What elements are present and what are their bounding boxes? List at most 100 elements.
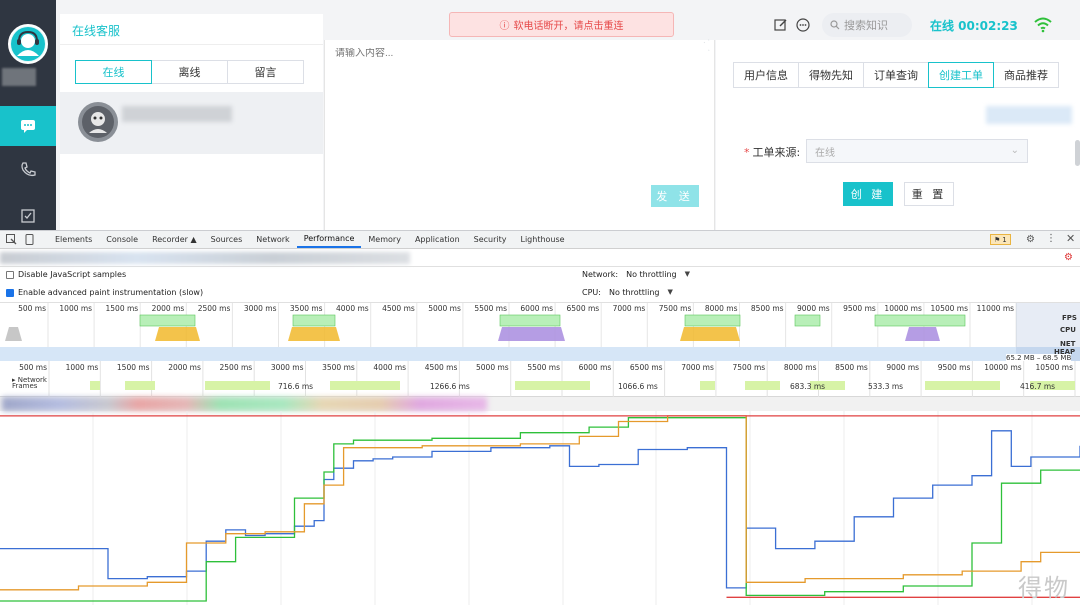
capture-settings-gear-icon[interactable]: ⚙ <box>1064 252 1073 263</box>
overview-tick-label: 4000 ms <box>336 304 369 313</box>
memory-counter-chart[interactable] <box>0 411 1080 605</box>
chat-input[interactable] <box>335 48 635 59</box>
network-throttling[interactable]: Network: No throttling ▼ <box>582 270 690 279</box>
tab-network[interactable]: Network <box>249 231 296 248</box>
cpu-activity <box>498 327 565 341</box>
tab-lighthouse[interactable]: Lighthouse <box>514 231 572 248</box>
overview-tick-label: 4500 ms <box>382 304 415 313</box>
series-line-1 <box>0 417 1080 602</box>
dropdown-triangle-icon: ▼ <box>667 288 673 296</box>
timeline-tick-label: 4000 ms <box>373 363 406 372</box>
device-toolbar-icon[interactable] <box>24 234 35 245</box>
user-avatar-icon <box>82 106 114 138</box>
tab-elements[interactable]: Elements <box>48 231 99 248</box>
cpu-throttling[interactable]: CPU: No throttling ▼ <box>582 288 673 297</box>
tab-user-info[interactable]: 用户信息 <box>733 62 799 88</box>
flask-icon: ▲ <box>190 235 197 244</box>
scrollbar-thumb[interactable] <box>1075 140 1080 166</box>
header-toolbar: 搜索知识 在线 00:02:23 ⌄ <box>770 10 1080 40</box>
timeline-tick-label: 5000 ms <box>476 363 509 372</box>
screenshot-root: 在线客服 在线 离线 留言 发 送 · · · ⓘ 软电话断开，请点击重连 <box>0 0 1080 605</box>
timeline-overview[interactable]: 500 ms 1000 ms 1500 ms 2000 ms 2500 ms 3000 m… <box>0 303 1080 362</box>
frame-duration-label: 1266.6 ms <box>430 382 470 391</box>
disable-js-samples-checkbox[interactable]: Disable JavaScript samples <box>6 270 126 279</box>
search-icon <box>830 20 840 30</box>
frame-duration-label: 683.3 ms <box>790 382 825 391</box>
ticket-source-select[interactable]: 在线 ⌄ <box>806 139 1028 163</box>
more-vertical-icon[interactable]: ⋮ <box>1046 233 1056 244</box>
online-status-timer[interactable]: 在线 00:02:23 <box>930 17 1018 34</box>
tab-create-ticket[interactable]: 创建工单 <box>928 62 994 88</box>
close-icon[interactable]: ✕ <box>1066 232 1075 245</box>
timeline-tick-label: 1500 ms <box>117 363 150 372</box>
send-button[interactable]: 发 送 <box>651 185 699 207</box>
issues-badge[interactable]: ⚑ 1 <box>990 234 1011 245</box>
lane-net: NET <box>1060 340 1076 348</box>
message-dots-icon[interactable] <box>796 18 810 32</box>
overview-tick-label: 3500 ms <box>290 304 323 313</box>
nav-chat[interactable] <box>0 106 56 146</box>
reconnect-banner[interactable]: ⓘ 软电话断开，请点击重连 <box>449 12 674 37</box>
blurred-summary <box>2 397 487 411</box>
tab-product-recommend[interactable]: 商品推荐 <box>993 62 1059 88</box>
tab-console[interactable]: Console <box>99 231 145 248</box>
frame-block <box>700 381 715 390</box>
overview-tick-label: 5500 ms <box>474 304 507 313</box>
chevron-down-icon[interactable]: ⌄ <box>1008 18 1016 29</box>
contact-list-item[interactable] <box>60 92 323 154</box>
chat-panel: 发 送 · · · <box>324 36 715 230</box>
search-placeholder: 搜索知识 <box>844 19 888 32</box>
reset-button[interactable]: 重 置 <box>904 182 954 206</box>
timeline-tick-label: 2500 ms <box>220 363 253 372</box>
workorder-panel: 用户信息 得物先知 订单查询 创建工单 商品推荐 * 工单来源: 在线 ⌄ 创 建… <box>716 40 1080 230</box>
tab-offline[interactable]: 离线 <box>151 60 228 84</box>
tab-security[interactable]: Security <box>467 231 514 248</box>
main-timeline-ruler[interactable]: 500 ms 1000 ms 1500 ms 2000 ms 2500 ms 3000 m… <box>0 361 1080 397</box>
checkbox-checked[interactable] <box>6 288 14 297</box>
agent-avatar[interactable] <box>8 24 48 64</box>
timeline-tick-label: 6500 ms <box>630 363 663 372</box>
frames-track-label[interactable]: Frames <box>12 382 37 390</box>
tab-performance[interactable]: Performance <box>296 231 362 248</box>
blurred-agent-name <box>2 68 36 86</box>
nav-phone[interactable] <box>0 150 56 190</box>
timeline-tick-label: 8500 ms <box>835 363 868 372</box>
banner-text: 软电话断开，请点击重连 <box>513 21 624 32</box>
warning-circle-icon: ⓘ <box>499 21 510 32</box>
overview-tick-label: 500 ms <box>18 304 46 313</box>
cpu-activity <box>680 327 740 341</box>
devtools-tabbar: Elements Console Recorder ▲ Sources Netw… <box>0 231 1080 249</box>
devtools-panel: Elements Console Recorder ▲ Sources Netw… <box>0 230 1080 605</box>
wifi-signal-icon <box>1034 17 1052 33</box>
memory-lines-svg <box>0 411 1080 605</box>
knowledge-search[interactable]: 搜索知识 <box>822 13 912 37</box>
overview-tick-label: 7000 ms <box>613 304 646 313</box>
tab-message[interactable]: 留言 <box>227 60 304 84</box>
tab-application[interactable]: Application <box>408 231 467 248</box>
frame-duration-label: 1066.6 ms <box>618 382 658 391</box>
overview-tick-label: 8500 ms <box>751 304 784 313</box>
timeline-tick-label: 10000 ms <box>984 363 1022 372</box>
checkbox-unchecked[interactable] <box>6 270 14 279</box>
frame-block <box>745 381 780 390</box>
advanced-paint-checkbox[interactable]: Enable advanced paint instrumentation (s… <box>6 288 203 297</box>
overview-tick-label: 3000 ms <box>244 304 277 313</box>
tab-online[interactable]: 在线 <box>75 60 152 84</box>
corner-watermark: 得物 <box>1018 574 1070 602</box>
tab-order-query[interactable]: 订单查询 <box>863 62 929 88</box>
overview-tick-label: 7500 ms <box>659 304 692 313</box>
dropdown-triangle-icon: ▼ <box>684 270 691 278</box>
gear-icon[interactable]: ⚙ <box>1026 234 1035 245</box>
series-line-2 <box>0 415 1080 591</box>
edit-icon[interactable] <box>774 18 788 32</box>
left-sidebar <box>0 0 56 230</box>
create-button[interactable]: 创 建 <box>843 182 893 206</box>
tab-sources[interactable]: Sources <box>204 231 250 248</box>
inspect-element-icon[interactable] <box>6 234 17 245</box>
tab-recorder[interactable]: Recorder ▲ <box>145 231 204 248</box>
frames-track: 500 ms 1000 ms 1500 ms 2000 ms 2500 ms 3000 m… <box>19 361 1076 397</box>
tab-memory[interactable]: Memory <box>361 231 408 248</box>
title-divider <box>60 44 323 45</box>
timeline-tick-label: 7000 ms <box>681 363 714 372</box>
tab-dewu-insight[interactable]: 得物先知 <box>798 62 864 88</box>
